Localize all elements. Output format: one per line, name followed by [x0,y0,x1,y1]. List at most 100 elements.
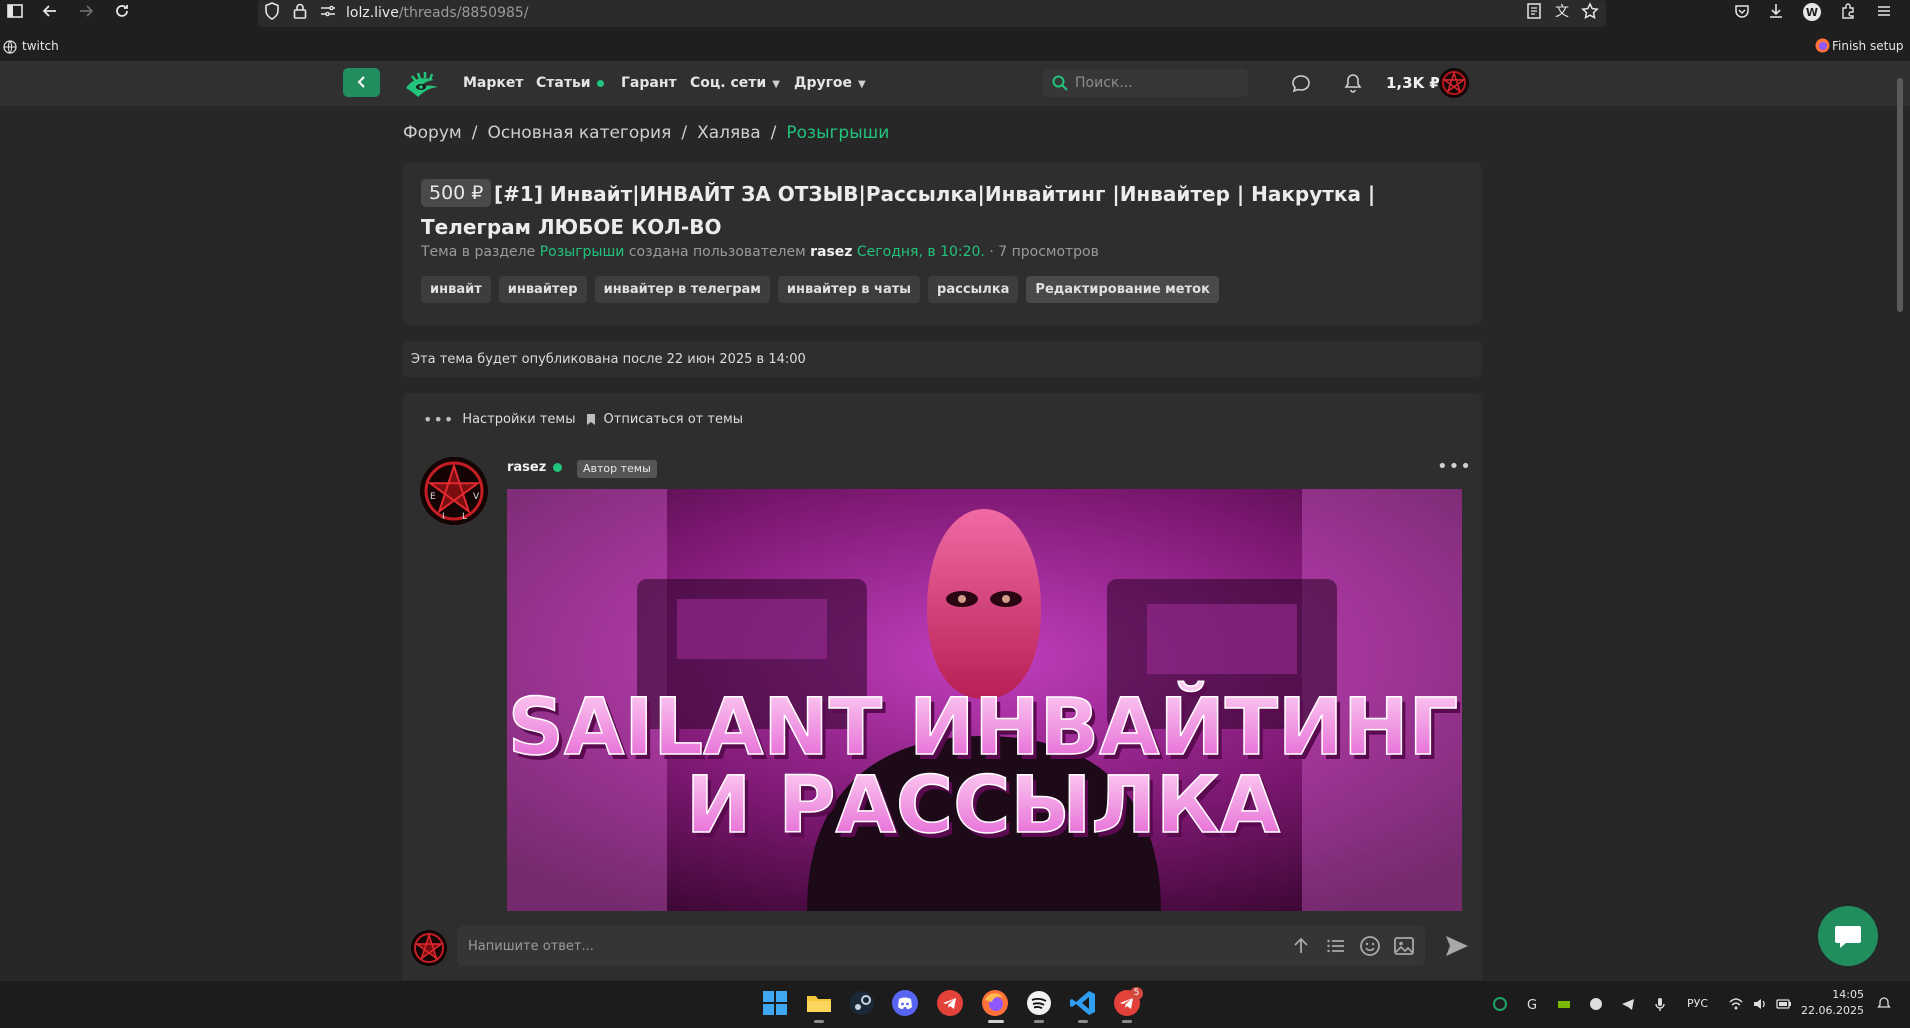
publish-notice-text: Эта тема будет опубликована после 22 июн… [411,352,806,367]
tag-item[interactable]: инвайтер в чаты [777,276,921,303]
tray-g-icon[interactable]: G [1524,996,1540,1013]
thread-meta: Тема в разделе Розыгрыши создана пользов… [421,244,1099,260]
thread-actions: ••• Настройки темы Отписаться от темы [423,410,743,429]
tray-telegram-icon[interactable] [1620,996,1636,1012]
breadcrumb-forum[interactable]: Форум [403,123,462,143]
tag-item[interactable]: инвайтер в телеграм [594,276,770,303]
svg-text:E: E [430,492,436,502]
downloads-icon[interactable] [1766,2,1786,22]
running-indicator [1122,1020,1132,1023]
tray-volume-icon[interactable] [1752,996,1768,1012]
page-scrollbar[interactable] [1897,78,1903,312]
reply-avatar [411,930,447,966]
new-content-dot [596,79,604,87]
sidebar-toggle-icon[interactable] [5,2,25,22]
user-avatar[interactable] [1439,68,1469,98]
running-indicator [1034,1020,1044,1023]
post-username[interactable]: rasez [507,460,546,475]
thread-title: [#1] Инвайт|ИНВАЙТ ЗА ОТЗЫВ|Рассылка|Инв… [421,182,1376,239]
finish-setup-link[interactable]: Finish setup [1832,39,1904,53]
chevron-down-icon: ▼ [772,79,780,90]
breadcrumb-giveaways[interactable]: Розыгрыши [786,123,889,143]
file-explorer-icon[interactable] [804,988,834,1018]
profile-w-icon[interactable]: W [1802,2,1822,22]
bookmark-twitch[interactable]: twitch [22,39,59,53]
discord-icon[interactable] [890,988,920,1018]
tag-item[interactable]: инвайтер [498,276,587,303]
arrow-up-icon[interactable] [1290,935,1312,957]
unsubscribe-link[interactable]: Отписаться от темы [604,412,744,427]
notifications-bell-tray-icon[interactable] [1876,996,1892,1012]
menu-hamburger-icon[interactable] [1874,2,1894,22]
firefox-taskbar-icon[interactable] [980,988,1010,1018]
image-upload-icon[interactable] [1393,935,1415,957]
steam-icon[interactable] [847,988,877,1018]
tray-wifi-icon[interactable] [1728,996,1744,1012]
nav-articles[interactable]: Статьи [536,75,604,91]
translate-icon[interactable]: 文 [1552,2,1572,22]
notifications-bell-icon[interactable] [1342,72,1364,94]
svg-text:G: G [1527,998,1537,1012]
tray-mic-icon[interactable] [1652,996,1668,1012]
lock-icon[interactable] [290,2,310,22]
chat-fab-button[interactable] [1818,906,1878,966]
tag-item[interactable]: рассылка [928,276,1019,303]
reply-input[interactable] [468,935,1028,957]
site-header [0,61,1910,106]
edit-tags-button[interactable]: Редактирование меток [1026,276,1219,303]
bookmark-icon [586,414,595,425]
chat-bubble-icon [1835,926,1861,948]
reload-icon[interactable] [112,2,132,22]
running-indicator [1078,1020,1088,1023]
nav-market[interactable]: Маркет [463,75,524,91]
author-link[interactable]: rasez [810,244,852,260]
section-link[interactable]: Розыгрыши [540,244,625,260]
emoji-icon[interactable] [1359,935,1381,957]
bookmark-star-icon[interactable] [1580,2,1600,22]
post-menu-icon[interactable]: ••• [1437,456,1472,477]
active-indicator [988,1020,1004,1023]
site-logo[interactable] [404,68,440,98]
vscode-icon[interactable] [1068,988,1098,1018]
post-author-avatar[interactable]: E V I L [420,457,488,525]
views-count: · 7 просмотров [989,244,1099,260]
breadcrumb-freebies[interactable]: Халява [697,123,761,143]
thread-settings-link[interactable]: Настройки темы [462,412,575,427]
tray-nvidia-icon[interactable] [1556,996,1572,1012]
spotify-icon[interactable] [1024,988,1054,1018]
search-input[interactable] [1075,72,1240,94]
balance-amount[interactable]: 1,3K ₽ [1386,74,1440,92]
url-text[interactable]: lolz.live/threads/8850985/ [346,5,529,21]
chevron-down-icon: ▼ [858,79,866,90]
svg-text:L: L [462,512,467,522]
windows-start-icon[interactable] [760,988,790,1018]
breadcrumb-main-category[interactable]: Основная категория [487,123,671,143]
banner-title-line2: И РАССЫЛКА [686,761,1280,851]
thread-date[interactable]: Сегодня, в 10:20. [857,244,985,260]
forward-arrow-icon[interactable] [76,2,96,22]
list-icon[interactable] [1325,935,1347,957]
tray-spotify-icon[interactable] [1588,996,1604,1012]
tray-battery-icon[interactable] [1776,996,1792,1012]
nav-other[interactable]: Другое ▼ [794,75,866,91]
nav-social[interactable]: Соц. сети ▼ [690,75,780,91]
tag-item[interactable]: инвайт [421,276,491,303]
reader-view-icon[interactable] [1524,2,1544,22]
site-permissions-icon[interactable] [318,2,338,22]
pocket-icon[interactable] [1732,2,1752,22]
shield-icon[interactable] [262,2,282,22]
telegram-icon[interactable] [935,988,965,1018]
breadcrumb: Форум / Основная категория / Халява / Розыгрыш… [403,123,890,143]
tray-date[interactable]: 22.06.2025 [1800,1004,1864,1017]
back-arrow-icon[interactable] [40,2,60,22]
conversations-icon[interactable] [1290,73,1312,95]
more-dots-icon: ••• [423,410,455,429]
tray-app-icon[interactable] [1492,996,1508,1012]
send-icon[interactable] [1444,934,1470,958]
nav-guarantor[interactable]: Гарант [621,75,677,91]
tray-time[interactable]: 14:05 [1812,988,1864,1001]
back-button[interactable] [343,68,380,97]
extensions-icon[interactable] [1838,2,1858,22]
tray-language[interactable]: РУС [1687,997,1708,1010]
chevron-left-icon [357,76,365,88]
